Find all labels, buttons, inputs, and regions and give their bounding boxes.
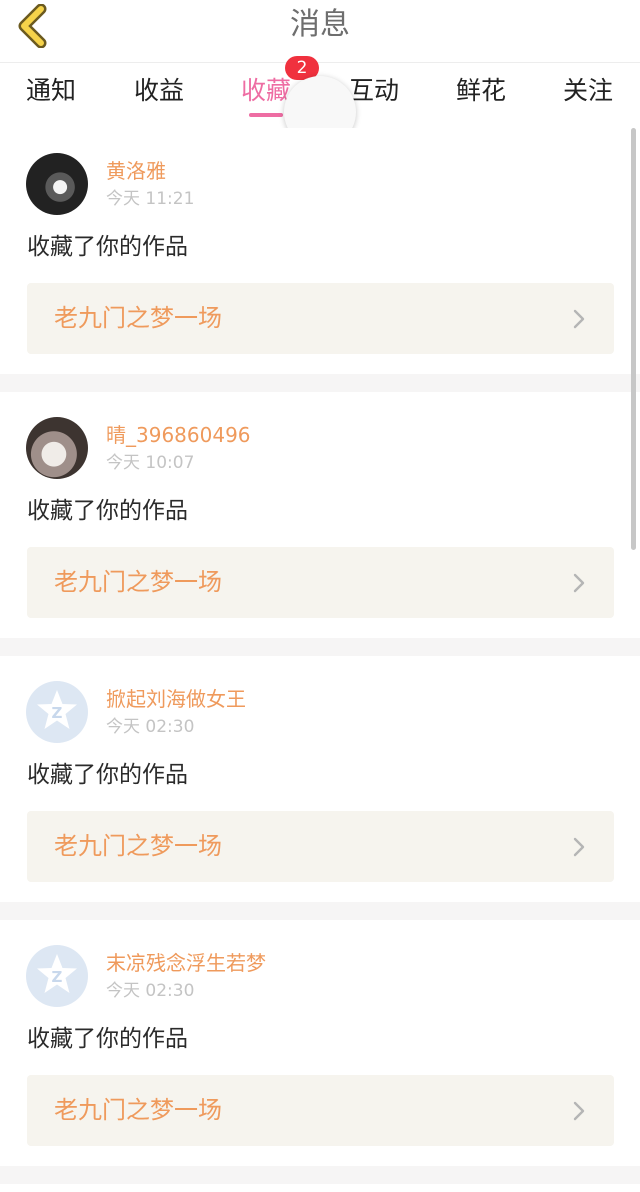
user-name[interactable]: 黄洛雅 [106,158,166,184]
default-avatar-icon: Z [37,954,77,993]
chevron-right-icon [573,1101,585,1121]
avatar[interactable] [26,417,88,479]
message-time: 今天 02:30 [106,981,195,1001]
avatar[interactable] [26,153,88,215]
message-time: 今天 10:07 [106,453,195,473]
default-avatar[interactable]: Z [26,945,88,1007]
message-time: 今天 02:30 [106,717,195,737]
work-title: 老九门之梦一场 [54,832,222,860]
work-link[interactable]: 老九门之梦一场 [27,811,614,882]
default-avatar-icon: Z [37,690,77,729]
message-time: 今天 11:21 [106,189,195,209]
divider [0,1166,640,1184]
message-card: 黄洛雅 今天 11:21 收藏了你的作品 老九门之梦一场 [0,128,640,374]
page-title: 消息 [290,7,350,42]
svg-text:Z: Z [52,704,63,722]
tab-flowers[interactable]: 鲜花 [456,75,506,107]
chevron-right-icon [573,837,585,857]
message-text: 收藏了你的作品 [27,498,188,524]
work-link[interactable]: 老九门之梦一场 [27,283,614,354]
tab-earnings[interactable]: 收益 [134,75,184,107]
divider [0,638,640,656]
message-card: Z 掀起刘海做女王 今天 02:30 收藏了你的作品 老九门之梦一场 [0,656,640,902]
message-text: 收藏了你的作品 [27,762,188,788]
chevron-right-icon [573,573,585,593]
work-title: 老九门之梦一场 [54,1096,222,1124]
tab-favorites[interactable]: 收藏 [241,75,291,107]
chevron-right-icon [573,309,585,329]
message-list: 黄洛雅 今天 11:21 收藏了你的作品 老九门之梦一场 晴_396860496… [0,128,640,1184]
tab-notifications[interactable]: 通知 [26,75,76,107]
work-link[interactable]: 老九门之梦一场 [27,547,614,618]
svg-text:Z: Z [52,968,63,986]
message-card: Z 末凉残念浮生若梦 今天 02:30 收藏了你的作品 老九门之梦一场 [0,920,640,1166]
user-name[interactable]: 末凉残念浮生若梦 [106,950,266,976]
work-title: 老九门之梦一场 [54,304,222,332]
top-bar: 消息 [0,0,640,63]
scrollbar[interactable] [631,128,636,550]
default-avatar[interactable]: Z [26,681,88,743]
divider [0,374,640,392]
divider [0,902,640,920]
work-title: 老九门之梦一场 [54,568,222,596]
message-text: 收藏了你的作品 [27,234,188,260]
tab-interactions[interactable]: 互动 [349,75,399,107]
user-name[interactable]: 掀起刘海做女王 [106,686,246,712]
user-name[interactable]: 晴_396860496 [106,422,251,448]
message-text: 收藏了你的作品 [27,1026,188,1052]
work-link[interactable]: 老九门之梦一场 [27,1075,614,1146]
message-card: 晴_396860496 今天 10:07 收藏了你的作品 老九门之梦一场 [0,392,640,638]
tab-follows[interactable]: 关注 [563,75,613,107]
active-tab-indicator [249,113,283,117]
